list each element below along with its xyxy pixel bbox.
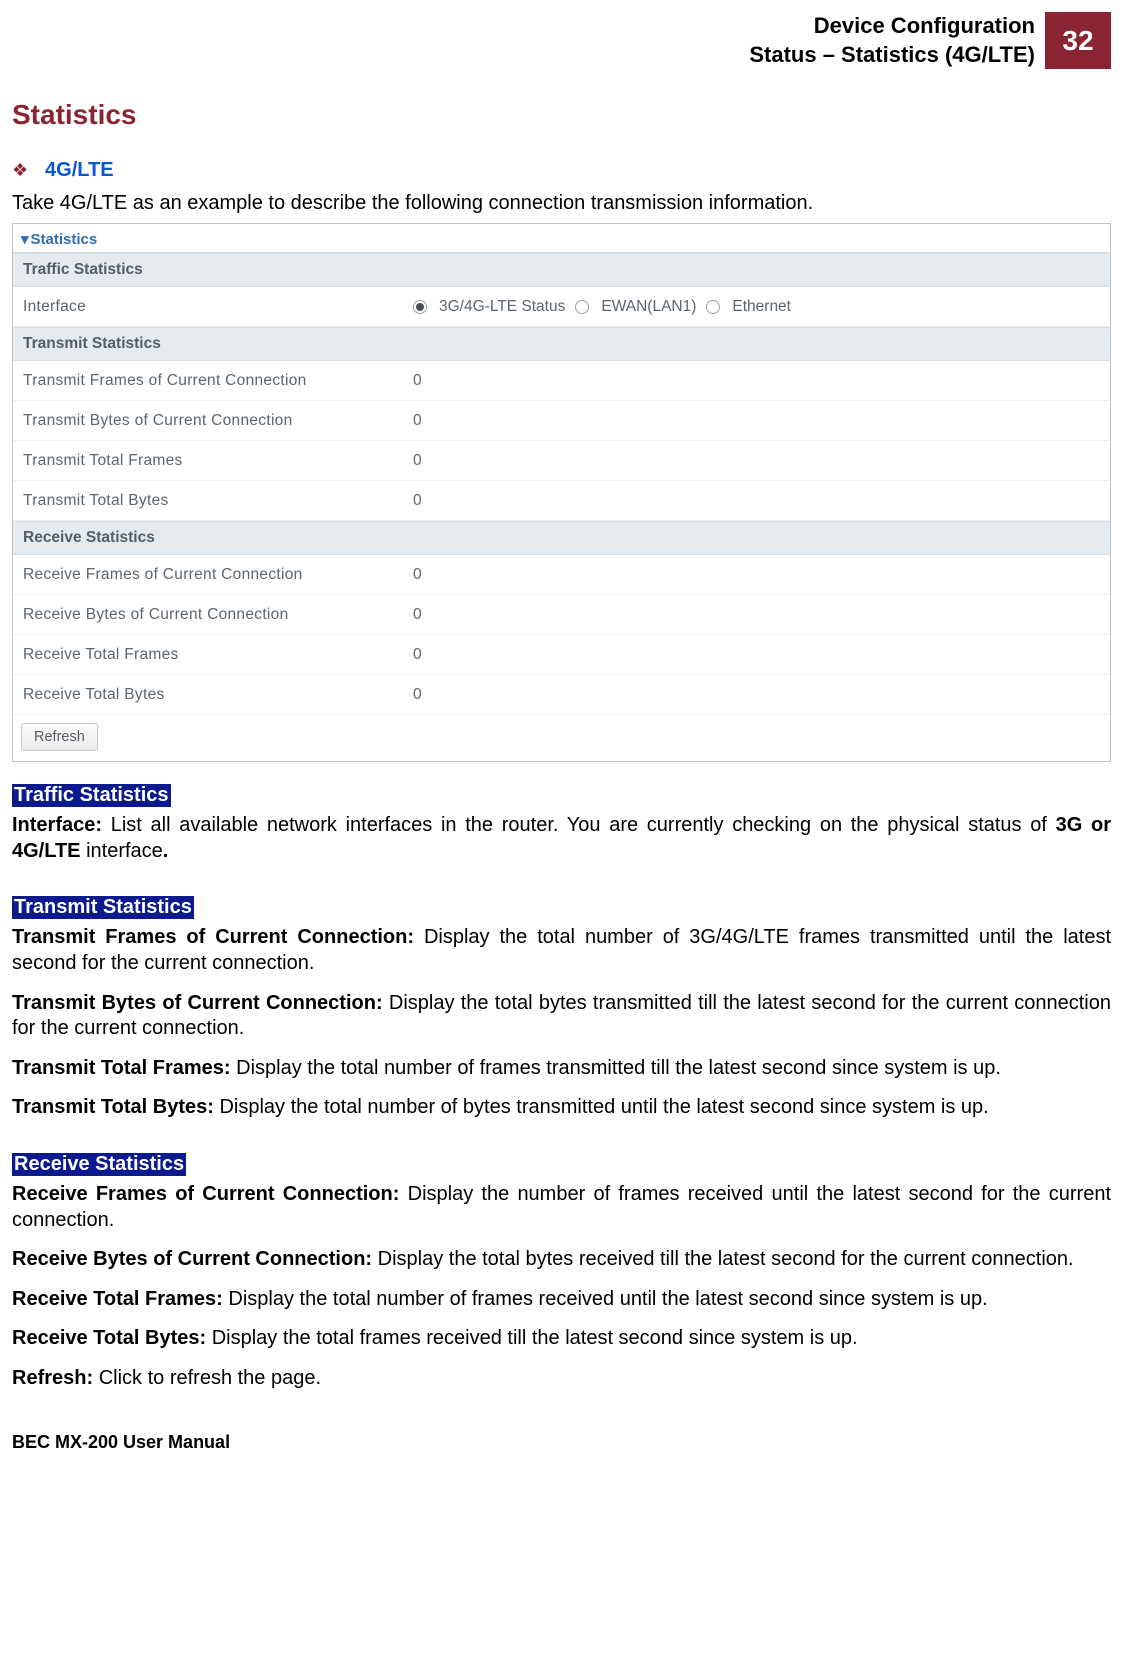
rx3-bold: Receive Total Frames: <box>12 1288 223 1310</box>
radio-3g4glte-label: 3G/4G-LTE Status <box>439 298 565 316</box>
row-value: 0 <box>413 412 1100 430</box>
radio-3g4glte[interactable] <box>413 300 427 314</box>
row-label: Transmit Total Frames <box>23 452 413 470</box>
rx4-text: Display the total frames received till t… <box>206 1327 857 1349</box>
table-row: Transmit Frames of Current Connection 0 <box>13 361 1110 401</box>
receive-heading: Receive Statistics <box>12 1153 186 1176</box>
panel-footer: Refresh <box>13 715 1110 761</box>
header-title: Device Configuration Status – Statistics… <box>749 12 1045 69</box>
caret-down-icon: ▾ <box>21 231 29 248</box>
rx3-text: Display the total number of frames recei… <box>223 1288 988 1310</box>
table-row: Transmit Total Bytes 0 <box>13 481 1110 521</box>
receive-subhead: Receive Statistics <box>13 521 1110 555</box>
refresh-text: Click to refresh the page. <box>93 1367 321 1389</box>
row-value: 0 <box>413 646 1100 664</box>
row-label: Receive Total Bytes <box>23 686 413 704</box>
interface-desc-dot: . <box>163 840 169 862</box>
table-row: Transmit Bytes of Current Connection 0 <box>13 401 1110 441</box>
row-label: Transmit Bytes of Current Connection <box>23 412 413 430</box>
row-value: 0 <box>413 566 1100 584</box>
refresh-bold: Refresh: <box>12 1367 93 1389</box>
radio-ewan[interactable] <box>575 300 589 314</box>
section-title: Statistics <box>12 99 1111 131</box>
tx3-desc: Transmit Total Frames: Display the total… <box>12 1056 1111 1082</box>
statistics-panel: ▾Statistics Traffic Statistics Interface… <box>12 223 1111 762</box>
table-row: Receive Frames of Current Connection 0 <box>13 555 1110 595</box>
interface-desc: Interface: List all available network in… <box>12 813 1111 864</box>
rx4-desc: Receive Total Bytes: Display the total f… <box>12 1326 1111 1352</box>
tx3-bold: Transmit Total Frames: <box>12 1057 231 1079</box>
rx3-desc: Receive Total Frames: Display the total … <box>12 1287 1111 1313</box>
row-value: 0 <box>413 606 1100 624</box>
page-number: 32 <box>1045 12 1111 69</box>
intro-text: Take 4G/LTE as an example to describe th… <box>12 192 1111 215</box>
interface-desc-bold: Interface: <box>12 814 102 836</box>
interface-options: 3G/4G-LTE Status EWAN(LAN1) Ethernet <box>413 298 1100 316</box>
radio-ewan-label: EWAN(LAN1) <box>601 298 696 316</box>
row-value: 0 <box>413 452 1100 470</box>
tx1-bold: Transmit Frames of Current Connection: <box>12 926 414 948</box>
page-header: Device Configuration Status – Statistics… <box>12 12 1111 69</box>
receive-description: Receive Statistics Receive Frames of Cur… <box>12 1153 1111 1392</box>
tx4-text: Display the total number of bytes transm… <box>214 1096 989 1118</box>
table-row: Receive Bytes of Current Connection 0 <box>13 595 1110 635</box>
rx1-desc: Receive Frames of Current Connection: Di… <box>12 1182 1111 1233</box>
interface-desc-text: List all available network interfaces in… <box>102 814 1056 836</box>
transmit-description: Transmit Statistics Transmit Frames of C… <box>12 896 1111 1121</box>
rx2-text: Display the total bytes received till th… <box>372 1248 1073 1270</box>
rx1-bold: Receive Frames of Current Connection: <box>12 1183 399 1205</box>
row-value: 0 <box>413 372 1100 390</box>
tx2-desc: Transmit Bytes of Current Connection: Di… <box>12 991 1111 1042</box>
refresh-button[interactable]: Refresh <box>21 723 98 751</box>
tx2-bold: Transmit Bytes of Current Connection: <box>12 992 383 1014</box>
header-line2: Status – Statistics (4G/LTE) <box>749 41 1035 70</box>
row-value: 0 <box>413 686 1100 704</box>
rx4-bold: Receive Total Bytes: <box>12 1327 206 1349</box>
traffic-description: Traffic Statistics Interface: List all a… <box>12 784 1111 864</box>
traffic-heading: Traffic Statistics <box>12 784 171 807</box>
interface-desc-text2: interface <box>81 840 163 862</box>
row-label: Transmit Frames of Current Connection <box>23 372 413 390</box>
row-label: Receive Total Frames <box>23 646 413 664</box>
interface-label: Interface <box>23 298 413 316</box>
table-row: Receive Total Frames 0 <box>13 635 1110 675</box>
subsection-heading: ❖ 4G/LTE <box>12 159 1111 182</box>
subsection-title: 4G/LTE <box>45 159 114 181</box>
interface-row: Interface 3G/4G-LTE Status EWAN(LAN1) Et… <box>13 287 1110 327</box>
transmit-heading: Transmit Statistics <box>12 896 194 919</box>
table-row: Transmit Total Frames 0 <box>13 441 1110 481</box>
transmit-subhead: Transmit Statistics <box>13 327 1110 361</box>
footer: BEC MX-200 User Manual <box>12 1432 1111 1453</box>
radio-ethernet[interactable] <box>706 300 720 314</box>
rx2-bold: Receive Bytes of Current Connection: <box>12 1248 372 1270</box>
tx3-text: Display the total number of frames trans… <box>231 1057 1001 1079</box>
refresh-desc: Refresh: Click to refresh the page. <box>12 1366 1111 1392</box>
row-label: Receive Frames of Current Connection <box>23 566 413 584</box>
tx1-desc: Transmit Frames of Current Connection: D… <box>12 925 1111 976</box>
traffic-subhead: Traffic Statistics <box>13 253 1110 287</box>
tx4-desc: Transmit Total Bytes: Display the total … <box>12 1095 1111 1121</box>
panel-title-text: Statistics <box>31 231 98 248</box>
panel-title: ▾Statistics <box>13 224 1110 253</box>
radio-ethernet-label: Ethernet <box>732 298 791 316</box>
diamond-icon: ❖ <box>12 160 40 181</box>
row-value: 0 <box>413 492 1100 510</box>
rx2-desc: Receive Bytes of Current Connection: Dis… <box>12 1247 1111 1273</box>
tx4-bold: Transmit Total Bytes: <box>12 1096 214 1118</box>
row-label: Receive Bytes of Current Connection <box>23 606 413 624</box>
row-label: Transmit Total Bytes <box>23 492 413 510</box>
header-line1: Device Configuration <box>749 12 1035 41</box>
table-row: Receive Total Bytes 0 <box>13 675 1110 715</box>
